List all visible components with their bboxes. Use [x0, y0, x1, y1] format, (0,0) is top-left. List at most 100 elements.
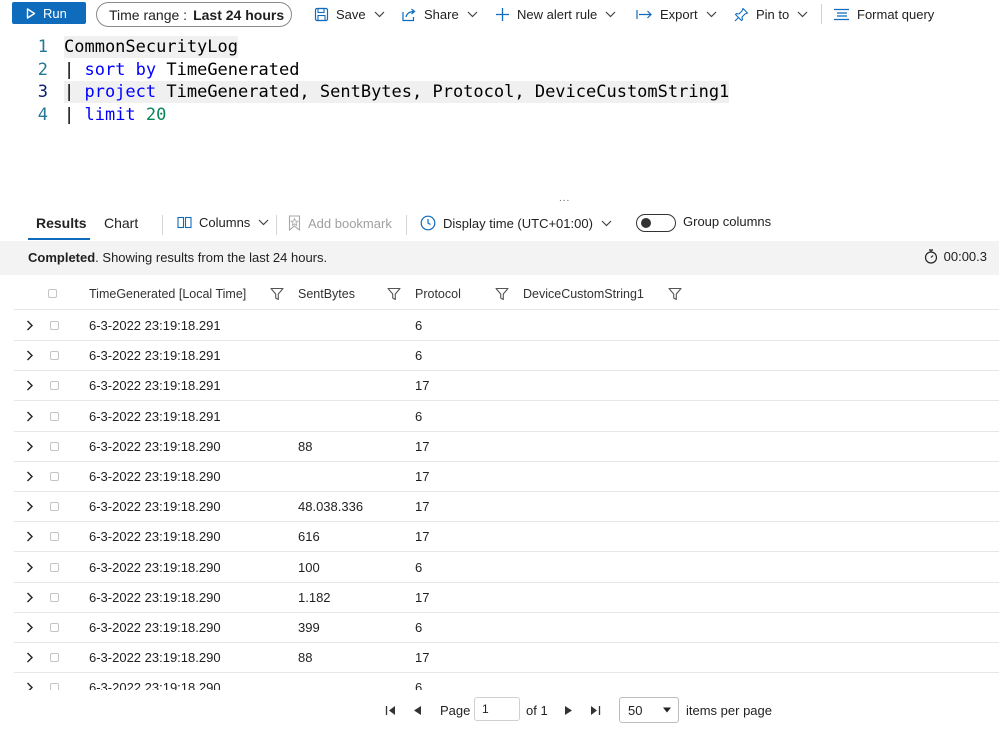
cell-timegenerated: 6-3-2022 23:19:18.290 — [89, 469, 221, 484]
cell-protocol: 6 — [415, 408, 423, 424]
time-range-picker[interactable]: Time range : Last 24 hours — [96, 2, 292, 27]
save-button[interactable]: Save — [314, 4, 385, 24]
expand-row-icon[interactable] — [26, 643, 34, 672]
format-icon — [834, 8, 849, 20]
row-checkbox[interactable] — [50, 432, 59, 461]
items-per-page-select[interactable]: 50 — [619, 697, 679, 723]
group-columns-label: Group columns — [683, 214, 772, 229]
table-row[interactable]: 6-3-2022 23:19:18.290 100 6 — [14, 553, 999, 583]
new-alert-rule-button[interactable]: New alert rule — [495, 4, 616, 24]
table-row[interactable]: 6-3-2022 23:19:18.290 17 — [14, 462, 999, 492]
code-token: project — [84, 82, 157, 103]
column-header-timegenerated[interactable]: TimeGenerated [Local Time] — [89, 278, 246, 309]
caret-down-icon — [663, 707, 671, 713]
chevron-down-icon — [797, 11, 808, 17]
toolbar-divider — [162, 215, 163, 235]
display-time-dropdown[interactable]: Display time (UTC+01:00) — [420, 215, 612, 231]
row-checkbox[interactable] — [50, 553, 59, 582]
page-count: of 1 — [526, 702, 548, 718]
cell-protocol: 17 — [415, 529, 430, 545]
expand-row-icon[interactable] — [26, 613, 34, 642]
tab-chart[interactable]: Chart — [104, 215, 138, 231]
tab-results[interactable]: Results — [36, 215, 87, 231]
expand-row-icon[interactable] — [26, 432, 34, 461]
expand-row-icon[interactable] — [26, 341, 34, 370]
row-checkbox[interactable] — [50, 522, 59, 551]
cell-timegenerated: 6-3-2022 23:19:18.290 — [89, 499, 221, 515]
table-row[interactable]: 6-3-2022 23:19:18.291 6 — [14, 341, 999, 372]
row-checkbox[interactable] — [50, 673, 59, 690]
row-checkbox[interactable] — [50, 371, 59, 400]
line-number: 4 — [37, 105, 48, 126]
filter-icon[interactable] — [387, 278, 401, 309]
column-header-protocol[interactable]: Protocol — [415, 278, 461, 309]
code-line[interactable]: 3 | project TimeGenerated, SentBytes, Pro… — [0, 81, 999, 104]
row-checkbox[interactable] — [50, 402, 59, 431]
page-number-input[interactable]: 1 — [474, 697, 520, 721]
items-per-page-label: items per page — [686, 702, 772, 718]
chevron-down-icon — [467, 11, 478, 17]
plus-icon — [496, 7, 509, 21]
items-per-page-value: 50 — [628, 702, 643, 718]
first-page-button[interactable] — [385, 700, 397, 720]
cell-timegenerated: 6-3-2022 23:19:18.291 — [89, 378, 221, 394]
expand-row-icon[interactable] — [26, 553, 34, 582]
row-checkbox[interactable] — [50, 583, 59, 612]
cell-protocol: 6 — [415, 620, 423, 635]
previous-page-button[interactable] — [412, 700, 422, 720]
table-row[interactable]: 6-3-2022 23:19:18.290 399 6 — [14, 613, 999, 643]
new-alert-label: New alert rule — [517, 6, 598, 22]
table-row[interactable]: 6-3-2022 23:19:18.291 6 — [14, 311, 999, 341]
expand-row-icon[interactable] — [26, 371, 34, 400]
row-checkbox[interactable] — [50, 613, 59, 642]
expand-row-icon[interactable] — [26, 492, 34, 521]
row-checkbox[interactable] — [50, 643, 59, 672]
share-button[interactable]: Share — [401, 4, 478, 24]
table-row[interactable]: 6-3-2022 23:19:18.290 48.038.336 17 — [14, 492, 999, 523]
expand-row-icon[interactable] — [26, 402, 34, 431]
table-row[interactable]: 6-3-2022 23:19:18.291 17 — [14, 371, 999, 402]
format-query-button[interactable]: Format query — [833, 4, 934, 24]
export-button[interactable]: Export — [636, 4, 717, 24]
table-row[interactable]: 6-3-2022 23:19:18.291 6 — [14, 402, 999, 432]
pane-splitter[interactable]: ... — [559, 193, 570, 204]
expand-row-icon[interactable] — [26, 311, 34, 340]
row-checkbox[interactable] — [50, 462, 59, 491]
column-header-devicecustomstring1[interactable]: DeviceCustomString1 — [523, 278, 644, 309]
code-line[interactable]: 2 | sort by TimeGenerated — [0, 59, 999, 81]
cell-protocol: 6 — [415, 559, 423, 575]
table-row[interactable]: 6-3-2022 23:19:18.290 6 — [14, 673, 999, 690]
run-button[interactable]: Run — [12, 2, 86, 24]
row-checkbox[interactable] — [50, 311, 59, 340]
pin-to-button[interactable]: Pin to — [734, 4, 808, 24]
toggle-knob — [641, 218, 651, 228]
row-checkbox[interactable] — [50, 341, 59, 370]
expand-row-icon[interactable] — [26, 522, 34, 551]
filter-icon[interactable] — [668, 278, 682, 309]
group-columns-toggle[interactable] — [636, 214, 676, 232]
expand-row-icon[interactable] — [26, 462, 34, 491]
cell-timegenerated: 6-3-2022 23:19:18.291 — [89, 348, 221, 364]
expand-row-icon[interactable] — [26, 583, 34, 612]
last-page-button[interactable] — [589, 700, 601, 720]
code-line[interactable]: 1 CommonSecurityLog — [0, 36, 999, 58]
table-row[interactable]: 6-3-2022 23:19:18.290 88 17 — [14, 643, 999, 674]
select-all-checkbox[interactable] — [48, 278, 57, 309]
columns-button[interactable]: Columns — [177, 215, 269, 230]
table-row[interactable]: 6-3-2022 23:19:18.290 1.182 17 — [14, 583, 999, 613]
cell-protocol: 6 — [415, 680, 423, 690]
expand-row-icon[interactable] — [26, 673, 34, 690]
filter-icon[interactable] — [495, 278, 509, 309]
table-row[interactable]: 6-3-2022 23:19:18.290 616 17 — [14, 522, 999, 553]
table-row[interactable]: 6-3-2022 23:19:18.290 88 17 — [14, 432, 999, 462]
add-bookmark-button[interactable]: Add bookmark — [288, 215, 392, 231]
bookmark-icon — [288, 215, 301, 231]
filter-icon[interactable] — [270, 278, 284, 309]
cell-timegenerated: 6-3-2022 23:19:18.290 — [89, 529, 221, 545]
code-line[interactable]: 4 | limit 20 — [0, 104, 999, 126]
column-header-sentbytes[interactable]: SentBytes — [298, 278, 355, 309]
cell-protocol: 17 — [415, 378, 430, 394]
next-page-button[interactable] — [564, 700, 574, 720]
query-toolbar: Run Time range : Last 24 hours Save Shar… — [0, 0, 999, 30]
row-checkbox[interactable] — [50, 492, 59, 521]
